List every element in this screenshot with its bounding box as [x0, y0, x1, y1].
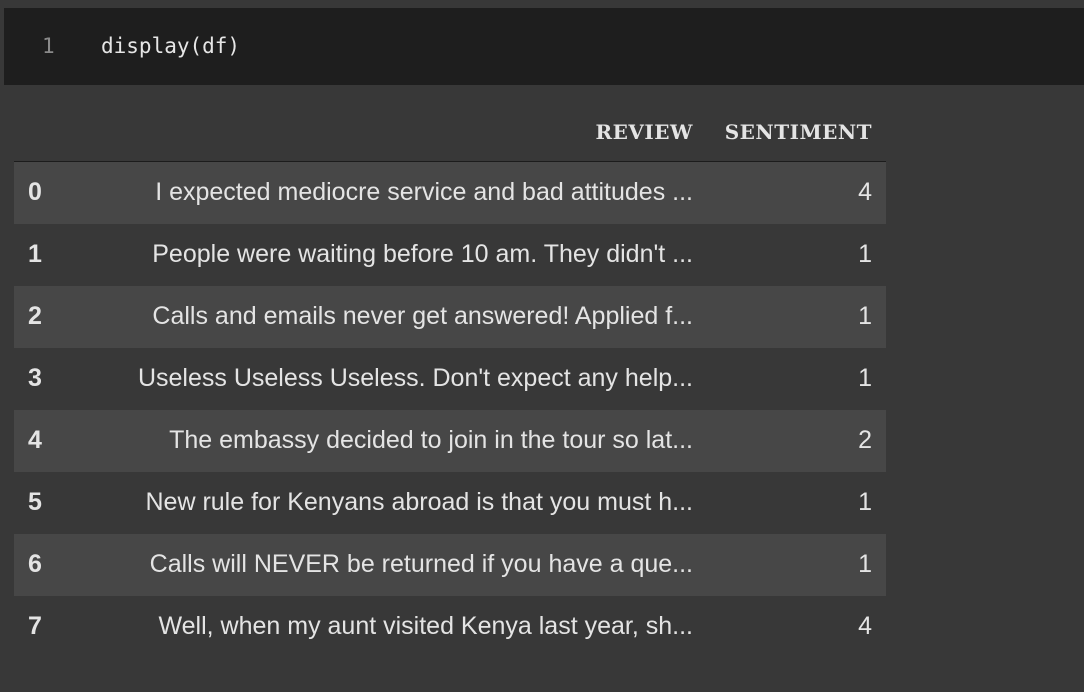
sentiment-cell: 1	[858, 240, 872, 268]
table-row: 6 Calls will NEVER be returned if you ha…	[14, 533, 886, 596]
row-index: 7	[28, 612, 42, 640]
table-row: 2 Calls and emails never get answered! A…	[14, 285, 886, 348]
review-cell: I expected mediocre service and bad atti…	[155, 178, 693, 207]
cell-output: REVIEW SENTIMENT 0 I expected mediocre s…	[0, 85, 1084, 692]
table-row: 4 The embassy decided to join in the tou…	[14, 409, 886, 472]
top-strip	[0, 0, 1084, 8]
review-cell: Well, when my aunt visited Kenya last ye…	[158, 612, 693, 640]
code-input[interactable]: display(df)	[101, 34, 240, 58]
table-header-row: REVIEW SENTIMENT	[14, 103, 886, 162]
sentiment-cell: 4	[858, 612, 872, 640]
row-index: 5	[28, 488, 42, 516]
column-header-review: REVIEW	[58, 103, 707, 162]
sentiment-cell: 1	[858, 488, 872, 516]
review-cell: New rule for Kenyans abroad is that you …	[145, 488, 694, 516]
code-cell[interactable]: 1 display(df)	[4, 8, 1084, 85]
line-number: 1	[42, 34, 55, 58]
table-row: 0 I expected mediocre service and bad at…	[14, 161, 886, 224]
row-index: 3	[28, 364, 42, 392]
sentiment-cell: 1	[858, 550, 872, 578]
row-index: 1	[28, 240, 42, 268]
review-cell: Calls will NEVER be returned if you have…	[149, 550, 693, 578]
row-index: 0	[28, 178, 42, 207]
table-row: 3 Useless Useless Useless. Don't expect …	[14, 347, 886, 410]
sentiment-cell: 1	[858, 364, 872, 392]
table-row: 7 Well, when my aunt visited Kenya last …	[14, 595, 886, 658]
row-index: 6	[28, 550, 42, 578]
column-header-sentiment: SENTIMENT	[707, 103, 886, 162]
review-cell: People were waiting before 10 am. They d…	[152, 240, 693, 268]
row-index: 4	[28, 426, 42, 454]
sentiment-cell: 4	[858, 178, 872, 207]
table-row: 1 People were waiting before 10 am. They…	[14, 223, 886, 286]
index-header	[14, 103, 58, 162]
row-index: 2	[28, 302, 42, 330]
dataframe-table: REVIEW SENTIMENT 0 I expected mediocre s…	[14, 103, 886, 658]
table-row: 5 New rule for Kenyans abroad is that yo…	[14, 471, 886, 534]
sentiment-cell: 2	[858, 426, 872, 454]
table-body: 0 I expected mediocre service and bad at…	[14, 161, 886, 658]
review-cell: Calls and emails never get answered! App…	[152, 302, 693, 330]
sentiment-cell: 1	[858, 302, 872, 330]
review-cell: The embassy decided to join in the tour …	[169, 426, 693, 454]
review-cell: Useless Useless Useless. Don't expect an…	[137, 364, 693, 392]
